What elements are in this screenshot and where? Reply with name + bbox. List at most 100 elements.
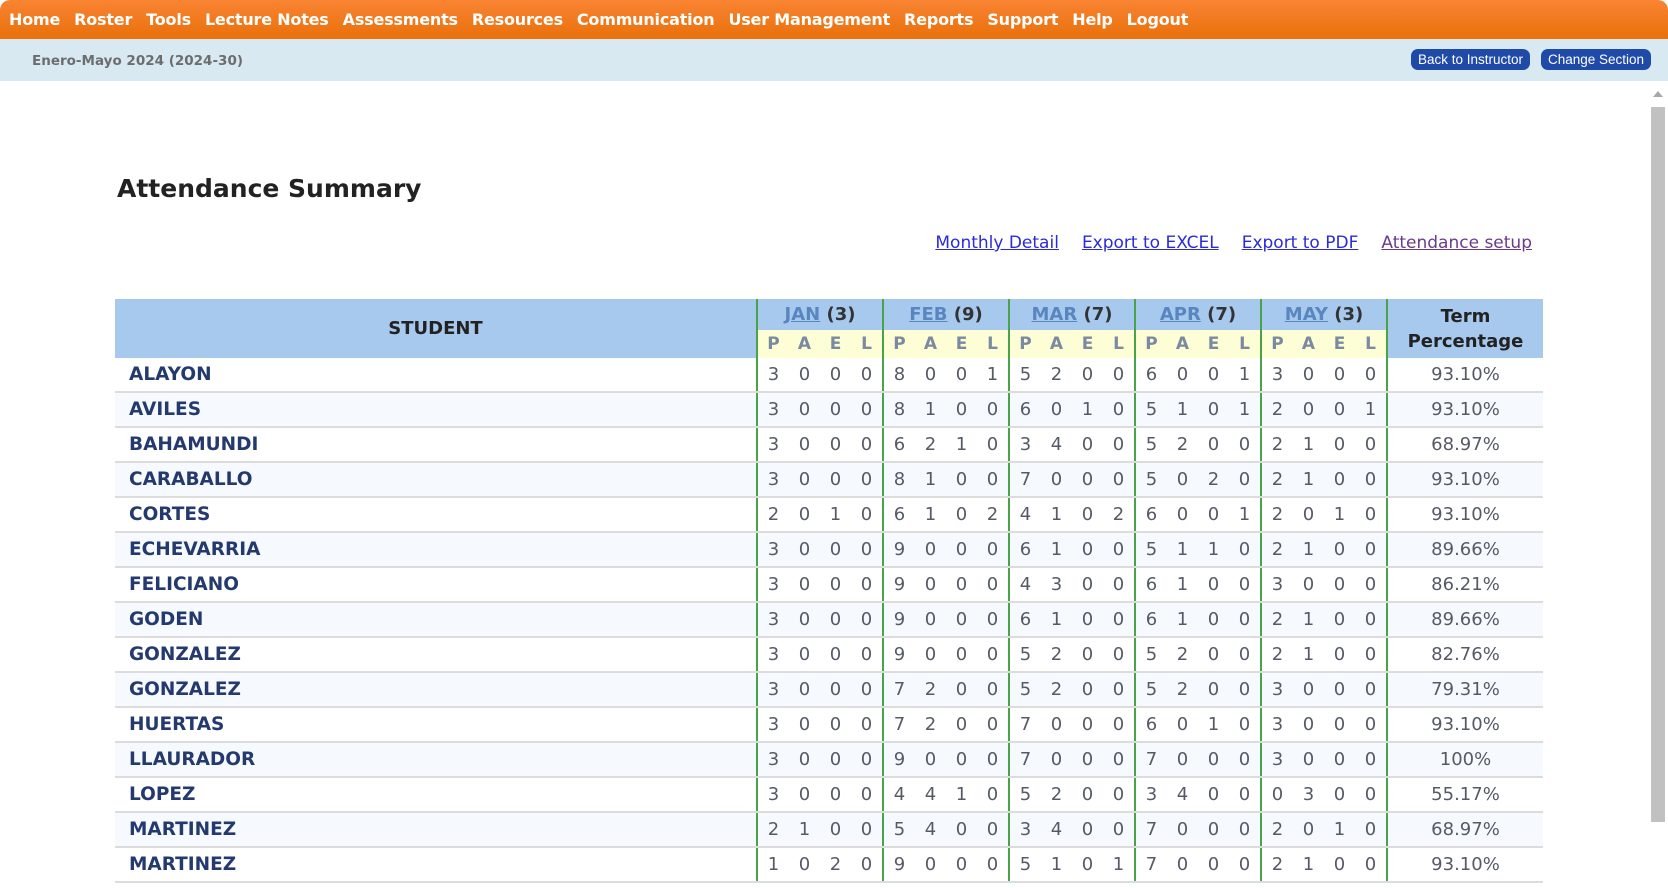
count-apr-p: 7 (1134, 812, 1167, 848)
code-header-e: E (946, 329, 977, 358)
count-apr-e: 1 (1198, 532, 1229, 568)
count-feb-e: 0 (946, 462, 977, 498)
count-jan-a: 0 (789, 532, 820, 568)
count-may-a: 1 (1293, 847, 1324, 883)
nav-item-support[interactable]: Support (987, 10, 1058, 29)
term-percentage: 93.10% (1386, 358, 1543, 393)
count-may-l: 0 (1355, 358, 1387, 393)
count-mar-p: 5 (1008, 358, 1041, 393)
export-pdf-link[interactable]: Export to PDF (1242, 233, 1359, 253)
count-mar-p: 5 (1008, 847, 1041, 883)
count-apr-l: 0 (1229, 812, 1261, 848)
count-jan-p: 3 (756, 427, 789, 463)
count-feb-p: 4 (882, 777, 915, 813)
student-name: FELICIANO (115, 567, 757, 603)
term-percentage: 68.97% (1386, 427, 1543, 463)
student-name: CORTES (115, 497, 757, 533)
count-mar-l: 0 (1103, 462, 1135, 498)
count-may-e: 0 (1324, 742, 1355, 778)
count-jan-p: 3 (756, 532, 789, 568)
attendance-setup-link[interactable]: Attendance setup (1381, 233, 1532, 253)
count-may-l: 0 (1355, 532, 1387, 568)
nav-item-lecture-notes[interactable]: Lecture Notes (205, 10, 329, 29)
count-jan-e: 0 (820, 602, 851, 638)
count-jan-e: 0 (820, 637, 851, 673)
count-jan-l: 0 (851, 427, 883, 463)
month-session-count: (7) (1083, 303, 1113, 325)
count-may-p: 3 (1260, 707, 1293, 743)
count-may-a: 1 (1293, 602, 1324, 638)
nav-item-communication[interactable]: Communication (577, 10, 715, 29)
student-row: AVILES 3 0 0 0 8 1 0 0 6 0 1 0 5 1 0 1 2 0 0 1 93.10% (115, 392, 1543, 428)
scroll-up-arrow-icon[interactable] (1653, 91, 1663, 97)
code-header-e: E (1324, 329, 1355, 358)
count-mar-a: 4 (1041, 812, 1072, 848)
count-feb-e: 0 (946, 847, 977, 883)
count-mar-a: 2 (1041, 358, 1072, 393)
nav-item-logout[interactable]: Logout (1127, 10, 1189, 29)
count-may-e: 0 (1324, 358, 1355, 393)
count-feb-e: 0 (946, 497, 977, 533)
count-apr-p: 6 (1134, 497, 1167, 533)
count-may-l: 1 (1355, 392, 1387, 428)
back-to-instructor-button[interactable]: Back to Instructor (1411, 49, 1531, 70)
count-mar-p: 6 (1008, 392, 1041, 428)
count-mar-a: 0 (1041, 707, 1072, 743)
count-may-a: 0 (1293, 672, 1324, 708)
count-feb-e: 0 (946, 707, 977, 743)
count-apr-l: 0 (1229, 462, 1261, 498)
count-feb-l: 0 (977, 462, 1009, 498)
count-feb-p: 9 (882, 742, 915, 778)
count-may-e: 0 (1324, 392, 1355, 428)
count-apr-a: 1 (1167, 567, 1198, 603)
student-row: GONZALEZ 3 0 0 0 9 0 0 0 5 2 0 0 5 2 0 0 2 1 0 0 82.76% (115, 637, 1543, 673)
term-percentage: 79.31% (1386, 672, 1543, 708)
count-mar-l: 0 (1103, 707, 1135, 743)
count-feb-l: 0 (977, 532, 1009, 568)
count-apr-p: 7 (1134, 847, 1167, 883)
count-jan-e: 0 (820, 427, 851, 463)
scrollbar-thumb[interactable] (1651, 107, 1665, 822)
month-link-may[interactable]: MAY (1285, 304, 1328, 325)
nav-item-tools[interactable]: Tools (146, 10, 191, 29)
count-jan-e: 0 (820, 532, 851, 568)
code-header-p: P (1134, 329, 1167, 358)
nav-item-home[interactable]: Home (9, 10, 60, 29)
monthly-detail-link[interactable]: Monthly Detail (935, 233, 1059, 253)
student-name: AVILES (115, 392, 757, 428)
count-feb-e: 0 (946, 637, 977, 673)
count-jan-e: 2 (820, 847, 851, 883)
count-feb-p: 5 (882, 812, 915, 848)
month-link-jan[interactable]: JAN (785, 304, 821, 325)
count-may-p: 3 (1260, 672, 1293, 708)
month-link-feb[interactable]: FEB (909, 304, 947, 325)
nav-item-assessments[interactable]: Assessments (343, 10, 458, 29)
month-link-apr[interactable]: APR (1160, 304, 1201, 325)
count-jan-p: 3 (756, 392, 789, 428)
count-apr-l: 0 (1229, 427, 1261, 463)
count-feb-a: 0 (915, 532, 946, 568)
nav-item-reports[interactable]: Reports (904, 10, 973, 29)
count-mar-p: 4 (1008, 567, 1041, 603)
count-apr-e: 0 (1198, 742, 1229, 778)
count-feb-a: 4 (915, 812, 946, 848)
nav-item-help[interactable]: Help (1072, 10, 1113, 29)
vertical-scrollbar[interactable] (1648, 81, 1668, 888)
change-section-button[interactable]: Change Section (1541, 49, 1652, 70)
count-apr-l: 1 (1229, 497, 1261, 533)
count-may-e: 0 (1324, 462, 1355, 498)
count-jan-e: 0 (820, 462, 851, 498)
count-mar-e: 0 (1072, 812, 1103, 848)
count-apr-l: 0 (1229, 637, 1261, 673)
export-excel-link[interactable]: Export to EXCEL (1082, 233, 1219, 253)
count-may-p: 2 (1260, 497, 1293, 533)
nav-item-user-management[interactable]: User Management (728, 10, 890, 29)
count-jan-l: 0 (851, 672, 883, 708)
count-apr-a: 0 (1167, 742, 1198, 778)
month-link-mar[interactable]: MAR (1032, 304, 1078, 325)
count-feb-a: 2 (915, 427, 946, 463)
count-feb-l: 0 (977, 812, 1009, 848)
count-mar-a: 0 (1041, 742, 1072, 778)
nav-item-resources[interactable]: Resources (472, 10, 563, 29)
nav-item-roster[interactable]: Roster (74, 10, 132, 29)
